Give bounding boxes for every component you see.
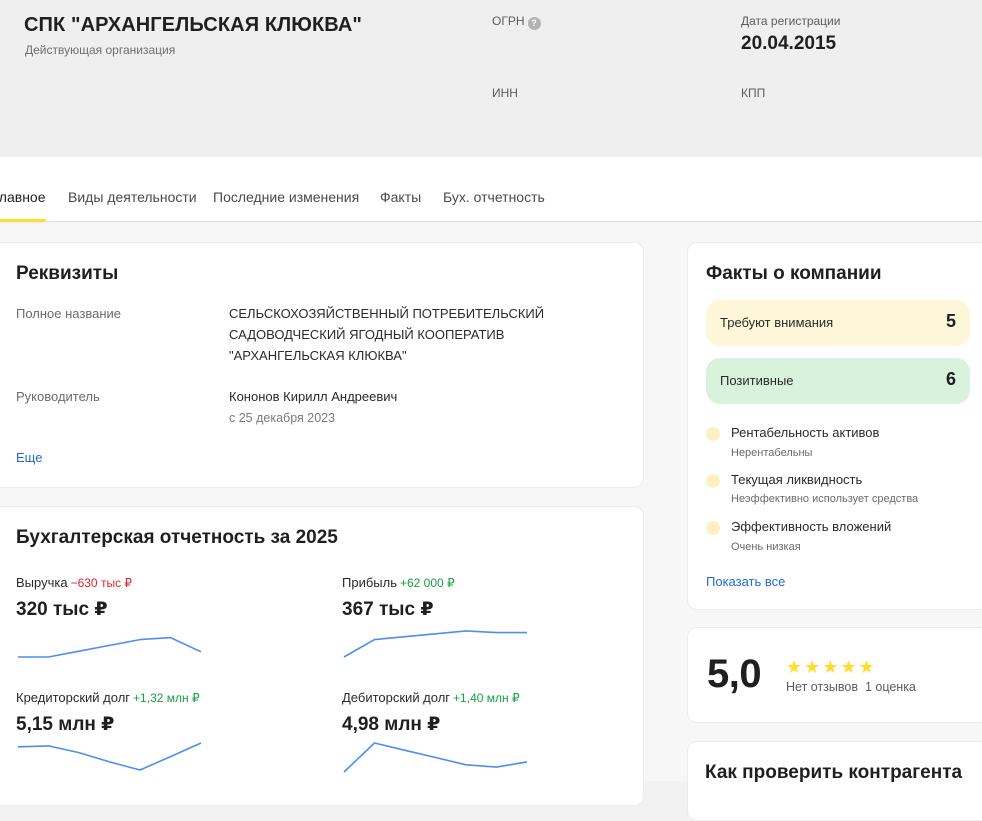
- more-link[interactable]: Еще: [16, 450, 42, 465]
- metric-delta: +1,32 млн ₽: [133, 691, 200, 705]
- facts-title: Факты о компании: [706, 263, 882, 284]
- fact-status-dot: [706, 427, 720, 441]
- metric-delta: +62 000 ₽: [399, 576, 455, 590]
- metric-revenue-value: 320 тыс ₽: [16, 599, 108, 620]
- ratings-count: 1 оценка: [864, 680, 916, 694]
- tab-activities[interactable]: Виды деятельности: [68, 189, 197, 205]
- director-since: с 25 декабря 2023: [229, 411, 336, 425]
- full-name-line: "АРХАНГЕЛЬСКАЯ КЛЮКВА": [229, 348, 407, 363]
- fact-title[interactable]: Эффективность вложений: [731, 519, 891, 534]
- attention-pill[interactable]: Требуют внимания 5: [706, 300, 970, 346]
- receivables-sparkline: [343, 742, 528, 773]
- metric-revenue-label: Выручка −630 тыс ₽: [16, 575, 132, 590]
- active-tab-indicator: [0, 219, 46, 222]
- sparkline-path: [17, 742, 202, 771]
- metric-delta: −630 тыс ₽: [70, 576, 133, 590]
- company-name: СПК "АРХАНГЕЛЬСКАЯ КЛЮКВА": [24, 14, 362, 36]
- sparkline-path: [18, 636, 202, 658]
- fact-subtitle: Неэффективно использует средства: [731, 493, 919, 505]
- accounting-card: Бухгалтерская отчетность за 2025 Выручка…: [0, 506, 644, 806]
- rating-card: 5,0 ★★★★★ Нет отзывов 1 оценка: [687, 627, 982, 723]
- metric-label-text: Выручка: [16, 575, 68, 590]
- full-name-label: Полное название: [16, 306, 122, 321]
- sparkline-path: [343, 742, 528, 773]
- attention-label: Требуют внимания: [720, 315, 834, 330]
- fact-subtitle: Очень низкая: [731, 541, 801, 553]
- company-header: СПК "АРХАНГЕЛЬСКАЯ КЛЮКВА" Действующая о…: [0, 0, 982, 157]
- fact-title[interactable]: Текущая ликвидность: [731, 472, 862, 487]
- metric-label-text: Прибыль: [342, 575, 397, 590]
- revenue-sparkline: [18, 636, 202, 658]
- positive-label: Позитивные: [720, 373, 794, 388]
- facts-card: Факты о компании Требуют внимания 5 Пози…: [687, 242, 982, 610]
- positive-count: 6: [945, 369, 956, 389]
- attention-count: 5: [945, 311, 956, 331]
- requisites-title: Реквизиты: [16, 263, 119, 284]
- metric-payables-value: 5,15 млн ₽: [16, 714, 115, 735]
- metric-label-text: Кредиторский долг: [16, 690, 131, 705]
- tab-main[interactable]: Главное: [0, 189, 46, 205]
- main-content: Реквизиты Полное название СЕЛЬСКОХОЗЯЙСТ…: [0, 223, 982, 821]
- metric-profit-value: 367 тыс ₽: [342, 599, 434, 620]
- metric-receivables-value: 4,98 млн ₽: [342, 714, 441, 735]
- positive-pill[interactable]: Позитивные 6: [706, 358, 970, 404]
- full-name-value: СЕЛЬСКОХОЗЯЙСТВЕННЫЙ ПОТРЕБИТЕЛЬСКИЙ САД…: [229, 303, 544, 366]
- no-reviews-text[interactable]: Нет отзывов: [786, 680, 858, 694]
- profit-sparkline: [343, 630, 527, 658]
- tab-accounting[interactable]: Бух. отчетность: [443, 189, 545, 205]
- fact-title[interactable]: Рентабельность активов: [731, 425, 879, 440]
- payables-sparkline: [17, 742, 202, 771]
- metric-delta: +1,40 млн ₽: [453, 691, 520, 705]
- check-counterparty-card: Как проверить контрагента: [687, 741, 982, 821]
- question-icon[interactable]: ?: [527, 17, 541, 30]
- fact-subtitle: Нерентабельны: [731, 447, 813, 459]
- tab-recent-changes[interactable]: Последние изменения: [213, 189, 359, 205]
- tab-facts[interactable]: Факты: [380, 189, 421, 205]
- metric-payables-label: Кредиторский долг +1,32 млн ₽: [16, 690, 200, 705]
- accounting-title: Бухгалтерская отчетность за 2025: [16, 527, 338, 548]
- full-name-line: СЕЛЬСКОХОЗЯЙСТВЕННЫЙ ПОТРЕБИТЕЛЬСКИЙ: [229, 306, 545, 321]
- company-status: Действующая организация: [25, 43, 176, 57]
- requisites-card: Реквизиты Полное название СЕЛЬСКОХОЗЯЙСТ…: [0, 242, 644, 488]
- rating-summary: Нет отзывов 1 оценка: [786, 680, 916, 694]
- fact-status-dot: [706, 474, 720, 488]
- ogrn-label: ОГРН?: [492, 14, 541, 30]
- registration-date-label: Дата регистрации: [741, 14, 841, 28]
- director-name[interactable]: Кононов Кирилл Андреевич: [229, 386, 397, 407]
- rating-value: 5,0: [707, 652, 762, 696]
- tab-bar: Главное Виды деятельности Последние изме…: [0, 157, 982, 222]
- sparkline-path: [343, 630, 527, 658]
- fact-status-dot: [706, 521, 720, 535]
- star-rating-icon[interactable]: ★★★★★: [786, 657, 877, 678]
- ogrn-label-text: ОГРН: [492, 14, 525, 28]
- show-all-link[interactable]: Показать все: [706, 574, 785, 589]
- kpp-label: КПП: [741, 86, 766, 100]
- metric-receivables-label: Дебиторский долг +1,40 млн ₽: [342, 690, 520, 705]
- metric-label-text: Дебиторский долг: [342, 690, 451, 705]
- inn-label: ИНН: [492, 86, 518, 100]
- director-label: Руководитель: [16, 389, 100, 404]
- full-name-line: САДОВОДЧЕСКИЙ ЯГОДНЫЙ КООПЕРАТИВ: [229, 327, 505, 342]
- metric-profit-label: Прибыль +62 000 ₽: [342, 575, 455, 590]
- registration-date: 20.04.2015: [741, 33, 837, 54]
